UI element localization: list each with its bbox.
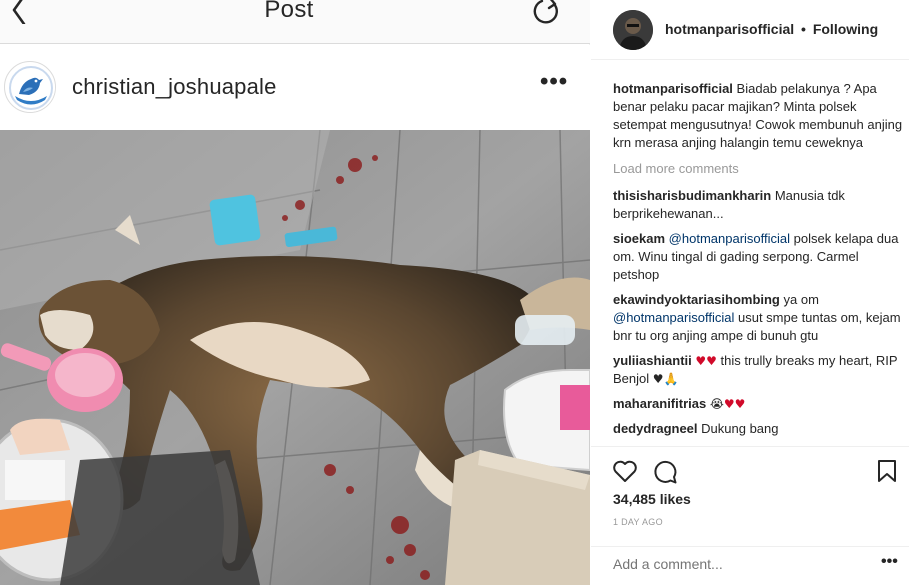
top-bar: Post	[0, 0, 590, 44]
comment-mention[interactable]: @hotmanparisofficial	[669, 231, 790, 246]
comment-icon[interactable]	[652, 459, 678, 485]
caption-username[interactable]: hotmanparisofficial	[613, 81, 733, 96]
more-options-icon[interactable]: •••	[540, 70, 568, 94]
comment-username[interactable]: ekawindyoktariasihombing	[613, 292, 780, 307]
bird-logo-icon	[7, 64, 55, 112]
list-item: thisisharisbudimankharin Manusia tdk ber…	[613, 187, 903, 223]
post-actions: 34,485 likes 1 DAY AGO	[591, 446, 909, 546]
dog-photo	[0, 130, 590, 585]
following-button[interactable]: Following	[813, 21, 878, 37]
list-item: sioekam @hotmanparisofficial polsek kela…	[613, 230, 903, 284]
details-panel: hotmanparisofficial • Following hotmanpa…	[591, 0, 909, 585]
avatar[interactable]	[4, 61, 56, 113]
likes-count[interactable]: 34,485 likes	[613, 491, 691, 507]
add-comment-bar: •••	[591, 546, 909, 585]
list-item: maharanifitrias 😭♥♥	[613, 395, 903, 413]
person-avatar-icon	[613, 10, 653, 50]
black-heart-emoji-icon: ♥	[652, 372, 664, 386]
comment-username[interactable]: yuliiashiantii	[613, 353, 692, 368]
page-title: Post	[264, 0, 314, 23]
post-image	[0, 130, 590, 585]
heart-emoji-icon: ♥♥	[695, 354, 717, 368]
comment-username[interactable]: maharanifitrias	[613, 396, 706, 411]
load-more-comments[interactable]: Load more comments	[613, 160, 903, 178]
comment-text: Dukung bang	[701, 421, 779, 436]
author-avatar[interactable]	[613, 10, 653, 50]
heart-icon[interactable]	[612, 459, 638, 483]
refresh-icon[interactable]	[530, 0, 560, 26]
praying-hands-emoji-icon: 🙏	[663, 372, 679, 386]
separator-dot: •	[801, 21, 806, 37]
list-item: dedydragneel Dukung bang	[613, 420, 903, 438]
list-item: ekawindyoktariasihombing ya om @hotmanpa…	[613, 291, 903, 345]
post-timestamp: 1 DAY AGO	[613, 517, 663, 527]
heart-emoji-icon: ♥♥	[723, 397, 746, 411]
post-panel: Post christian_joshuapale •••	[0, 0, 590, 585]
comment-input[interactable]	[613, 556, 853, 572]
comments-list: hotmanparisofficial Biadab pelakunya ? A…	[613, 80, 903, 446]
caption: hotmanparisofficial Biadab pelakunya ? A…	[613, 80, 903, 152]
post-username[interactable]: christian_joshuapale	[72, 74, 277, 100]
more-options-icon[interactable]: •••	[881, 554, 898, 570]
author-header: hotmanparisofficial • Following	[591, 0, 909, 60]
comment-username[interactable]: thisisharisbudimankharin	[613, 188, 771, 203]
author-username[interactable]: hotmanparisofficial	[665, 21, 794, 37]
comment-prefix: ya om	[783, 292, 819, 307]
post-header: christian_joshuapale •••	[0, 45, 590, 130]
bookmark-icon[interactable]	[877, 459, 897, 483]
comment-mention[interactable]: @hotmanparisofficial	[613, 310, 734, 325]
comment-username[interactable]: sioekam	[613, 231, 665, 246]
crying-face-emoji-icon: 😭	[709, 397, 724, 411]
comment-username[interactable]: dedydragneel	[613, 421, 698, 436]
author-line: hotmanparisofficial • Following	[665, 21, 878, 37]
list-item: yuliiashiantii ♥♥ this trully breaks my …	[613, 352, 903, 388]
